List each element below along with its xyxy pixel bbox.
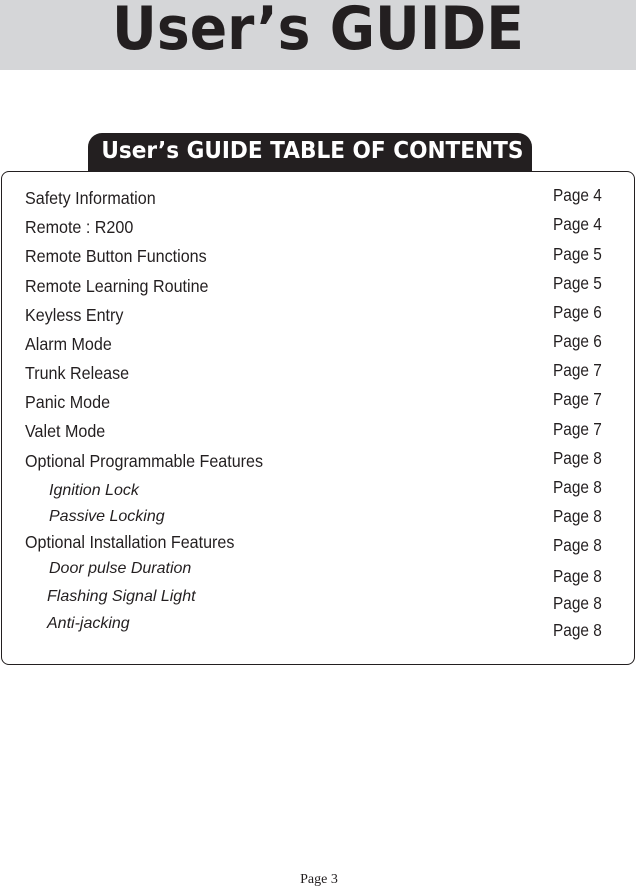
- toc-entry-remote-button-functions[interactable]: Remote Button Functions: [25, 246, 207, 267]
- toc-page-number: Page 4: [553, 214, 602, 234]
- toc-entry-flashing-signal-light[interactable]: Flashing Signal Light: [47, 588, 196, 606]
- toc-entry-optional-programmable-features[interactable]: Optional Programmable Features: [25, 451, 263, 472]
- toc-entry-alarm-mode[interactable]: Alarm Mode: [25, 334, 112, 355]
- toc-entry-remote-learning-routine[interactable]: Remote Learning Routine: [25, 276, 208, 297]
- toc-entry-door-pulse-duration[interactable]: Door pulse Duration: [49, 560, 191, 578]
- toc-entry-passive-locking[interactable]: Passive Locking: [49, 508, 165, 526]
- toc-entry-anti-jacking[interactable]: Anti-jacking: [47, 615, 130, 633]
- toc-entry-valet-mode[interactable]: Valet Mode: [25, 421, 105, 442]
- toc-page-number: Page 4: [553, 185, 602, 205]
- toc-page-number: Page 8: [553, 448, 602, 468]
- toc-page-number: Page 8: [553, 593, 602, 613]
- toc-heading: User’s GUIDE TABLE OF CONTENTS: [101, 138, 524, 164]
- toc-entry-optional-installation-features[interactable]: Optional Installation Features: [25, 532, 234, 553]
- toc-page-number: Page 8: [553, 506, 602, 526]
- toc-page-number: Page 7: [553, 389, 602, 409]
- toc-page-number: Page 8: [553, 535, 602, 555]
- page-number-footer: Page 3: [300, 872, 338, 887]
- toc-page-number: Page 7: [553, 360, 602, 380]
- title-banner: User’s GUIDE: [0, 0, 636, 70]
- toc-page-number: Page 5: [553, 244, 602, 264]
- toc-page-number: Page 6: [553, 302, 602, 322]
- toc-page-number: Page 7: [553, 419, 602, 439]
- toc-entry-ignition-lock[interactable]: Ignition Lock: [49, 482, 139, 500]
- toc-entry-safety-information[interactable]: Safety Information: [25, 188, 156, 209]
- toc-heading-tab: User’s GUIDE TABLE OF CONTENTS: [88, 133, 532, 172]
- toc-entry-trunk-release[interactable]: Trunk Release: [25, 363, 129, 384]
- toc-entry-remote-r200[interactable]: Remote : R200: [25, 217, 133, 238]
- toc-page-number: Page 5: [553, 273, 602, 293]
- toc-entry-keyless-entry[interactable]: Keyless Entry: [25, 305, 123, 326]
- toc-page-number: Page 8: [553, 566, 602, 586]
- document-title: User’s GUIDE: [112, 0, 524, 64]
- toc-entry-panic-mode[interactable]: Panic Mode: [25, 392, 110, 413]
- toc-page-number: Page 8: [553, 477, 602, 497]
- toc-page-number: Page 6: [553, 331, 602, 351]
- toc-page-number: Page 8: [553, 620, 602, 640]
